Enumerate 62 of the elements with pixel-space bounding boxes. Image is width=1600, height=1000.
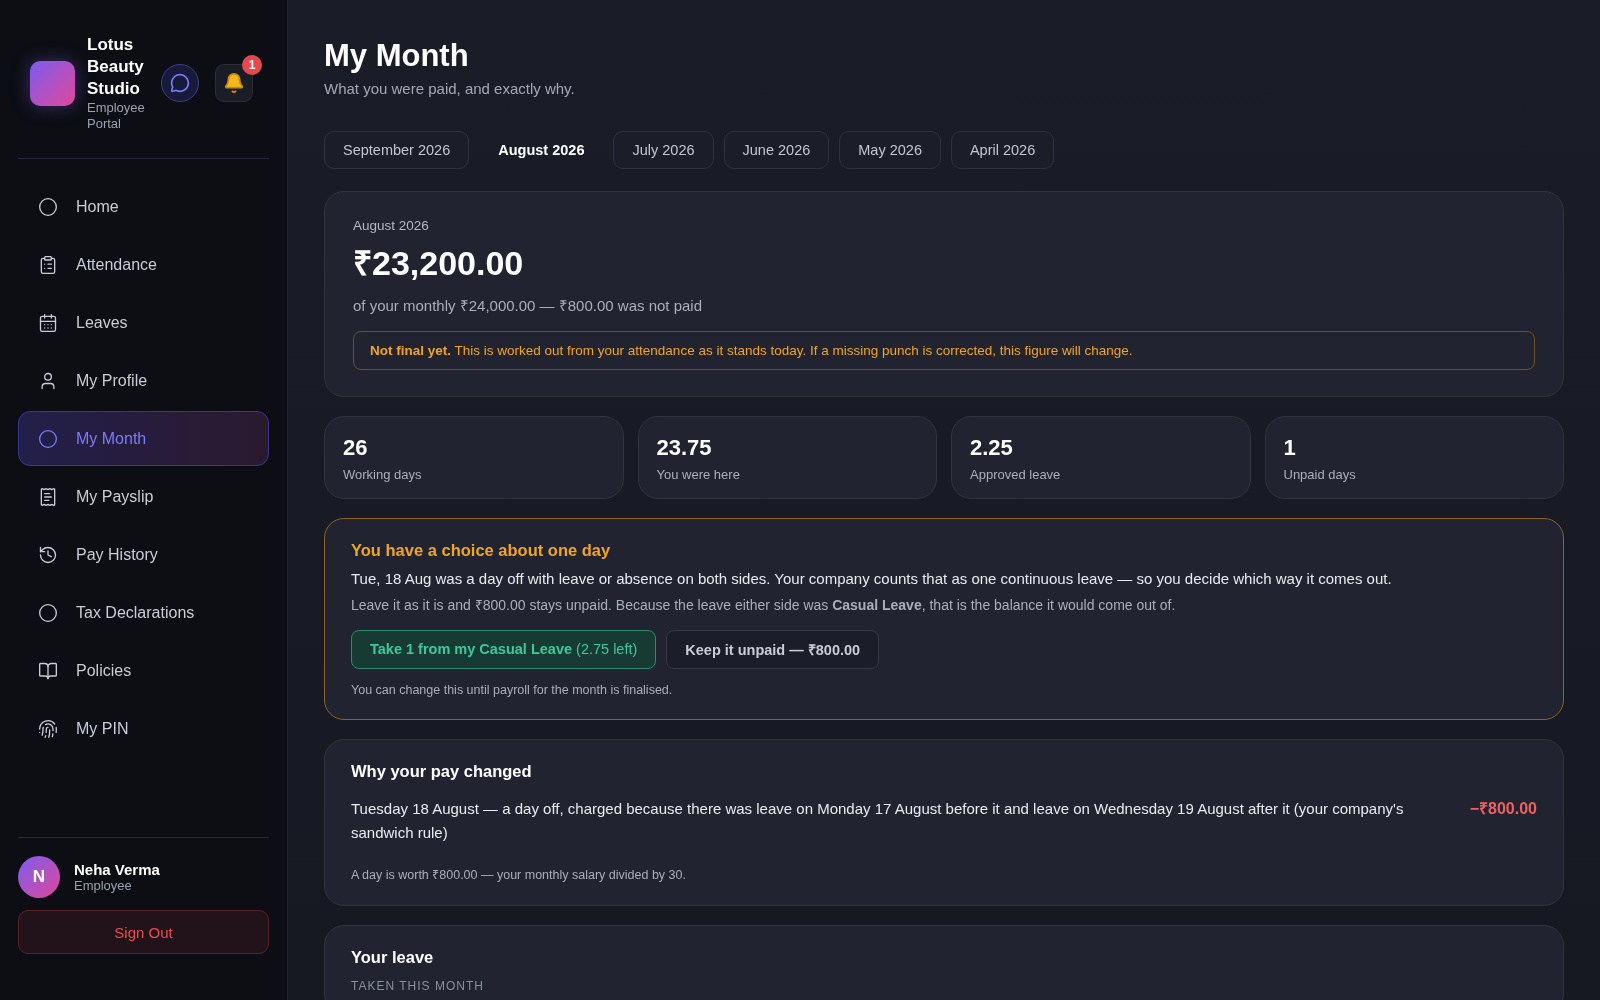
receipt-icon xyxy=(38,486,58,507)
nav-item[interactable]: Pay History xyxy=(18,527,269,582)
nav-item[interactable]: My Payslip xyxy=(18,469,269,524)
stat-label: Approved leave xyxy=(970,467,1062,482)
notification-badge: 1 xyxy=(242,55,262,75)
nav-item[interactable]: Tax Declarations xyxy=(18,585,269,640)
bell-icon xyxy=(223,72,245,94)
choice-title: You have a choice about one day xyxy=(351,541,612,560)
choice-footnote: You can change this until payroll for the month is finalised. xyxy=(351,681,674,699)
brand-name: Lotus Beauty Studio xyxy=(87,34,145,100)
nav-item[interactable]: My PIN xyxy=(18,701,269,756)
pay-note: of your monthly ₹24,000.00 — ₹800.00 was not paid xyxy=(353,296,704,315)
stat-label: You were here xyxy=(656,467,741,482)
nav-item[interactable]: My Profile xyxy=(18,353,269,408)
month-tab[interactable]: September 2026 xyxy=(324,131,470,169)
fingerprint-icon xyxy=(38,718,58,739)
history-icon xyxy=(38,544,58,565)
month-tab[interactable]: July 2026 xyxy=(613,131,714,169)
choice-detail: Leave it as it is and ₹800.00 stays unpaid. Because the leave either side was Casual Leave, that is the balance it would come out of. xyxy=(351,595,1177,615)
stat-value: 23.75 xyxy=(656,435,713,461)
page-title: My Month xyxy=(324,38,470,74)
month-tab[interactable]: June 2026 xyxy=(723,131,830,169)
nav-item[interactable]: Policies xyxy=(18,643,269,698)
sign-out-button[interactable]: Sign Out xyxy=(18,910,269,954)
warning-banner: Not final yet. This is worked out from your attendance as it stands today. If a missing punch is corrected, this figure will change. xyxy=(353,331,1535,370)
circle-icon xyxy=(38,602,58,623)
logo-icon xyxy=(30,60,75,106)
deduction-amount: −₹800.00 xyxy=(1469,799,1537,820)
nav-item[interactable]: Home xyxy=(18,179,269,234)
stat-value: 1 xyxy=(1283,435,1297,461)
choice-option[interactable]: Keep it unpaid — ₹800.00 xyxy=(666,629,880,669)
circle-icon xyxy=(38,428,58,449)
user-role: Employee xyxy=(74,878,133,893)
user-avatar: N xyxy=(18,856,60,898)
choice-option[interactable]: Take 1 from my Casual Leave (2.75 left) xyxy=(351,629,657,669)
section-title: Why your pay changed xyxy=(351,762,533,782)
section-title: Your leave xyxy=(351,947,435,967)
user-name: Neha Verma xyxy=(74,861,160,878)
nav-item[interactable]: Leaves xyxy=(18,295,269,350)
stat-value: 2.25 xyxy=(970,435,1014,461)
month-tab[interactable]: May 2026 xyxy=(839,131,941,169)
book-icon xyxy=(38,660,58,681)
stat-label: Working days xyxy=(343,467,423,482)
section-label: TAKEN THIS MONTH xyxy=(351,978,485,993)
pay-amount: ₹23,200.00 xyxy=(353,243,525,284)
page-subtitle: What you were paid, and exactly why. xyxy=(324,80,576,97)
brand-subtitle: Employee Portal xyxy=(87,100,146,132)
deduction-text: Tuesday 18 August — a day off, charged because there was leave on Monday 17 August before it and leave on Wednesday 19 August after it (your company's sandwich rule) xyxy=(351,799,1405,843)
chat-bubble-icon xyxy=(170,73,190,93)
clipboard-icon xyxy=(38,254,58,275)
deduction-footnote: A day is worth ₹800.00 — your monthly salary divided by 30. xyxy=(351,866,687,884)
nav-item[interactable]: My Month xyxy=(18,411,269,466)
month-tab[interactable]: April 2026 xyxy=(950,131,1055,169)
month-tab[interactable]: August 2026 xyxy=(479,131,604,169)
choice-text: Tue, 18 Aug was a day off with leave or absence on both sides. Your company counts that as one continuous leave — so you decide which way it comes out. xyxy=(351,569,1393,589)
stat-value: 26 xyxy=(343,435,369,461)
calendar-icon xyxy=(38,312,58,333)
period-label: August 2026 xyxy=(353,218,430,233)
nav-item[interactable]: Attendance xyxy=(18,237,269,292)
circle-icon xyxy=(38,196,58,217)
chat-button[interactable] xyxy=(161,64,199,102)
stat-label: Unpaid days xyxy=(1283,467,1357,482)
